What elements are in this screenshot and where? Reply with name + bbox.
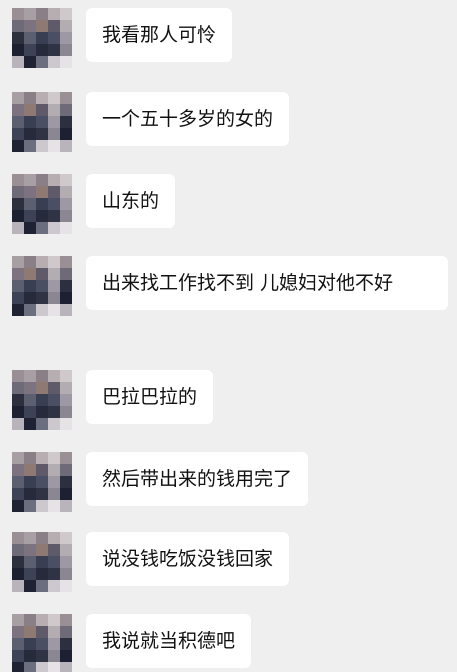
message-row: 巴拉巴拉的 <box>12 370 214 430</box>
message-row: 出来找工作找不到 儿媳妇对他不好 <box>12 256 448 316</box>
message-bubble[interactable]: 一个五十多岁的女的 <box>86 92 290 146</box>
message-bubble[interactable]: 巴拉巴拉的 <box>86 370 214 424</box>
message-row: 我看那人可怜 <box>12 8 233 68</box>
chat-window: 我看那人可怜 一个五十多岁的女的 山东的 出来找工作找不到 儿媳妇对他不好 巴拉… <box>0 0 457 672</box>
message-row: 我说就当积德吧 <box>12 614 252 672</box>
avatar[interactable] <box>12 370 72 430</box>
message-bubble[interactable]: 山东的 <box>86 174 176 228</box>
message-row: 山东的 <box>12 174 176 234</box>
message-bubble[interactable]: 我看那人可怜 <box>86 8 233 62</box>
avatar[interactable] <box>12 174 72 234</box>
message-row: 一个五十多岁的女的 <box>12 92 290 152</box>
avatar[interactable] <box>12 256 72 316</box>
avatar[interactable] <box>12 614 72 672</box>
message-bubble[interactable]: 说没钱吃饭没钱回家 <box>86 532 290 586</box>
message-bubble[interactable]: 我说就当积德吧 <box>86 614 252 668</box>
avatar[interactable] <box>12 8 72 68</box>
avatar[interactable] <box>12 92 72 152</box>
message-bubble[interactable]: 出来找工作找不到 儿媳妇对他不好 <box>86 256 448 310</box>
message-row: 然后带出来的钱用完了 <box>12 452 309 512</box>
message-bubble[interactable]: 然后带出来的钱用完了 <box>86 452 309 506</box>
message-row: 说没钱吃饭没钱回家 <box>12 532 290 592</box>
avatar[interactable] <box>12 532 72 592</box>
avatar[interactable] <box>12 452 72 512</box>
